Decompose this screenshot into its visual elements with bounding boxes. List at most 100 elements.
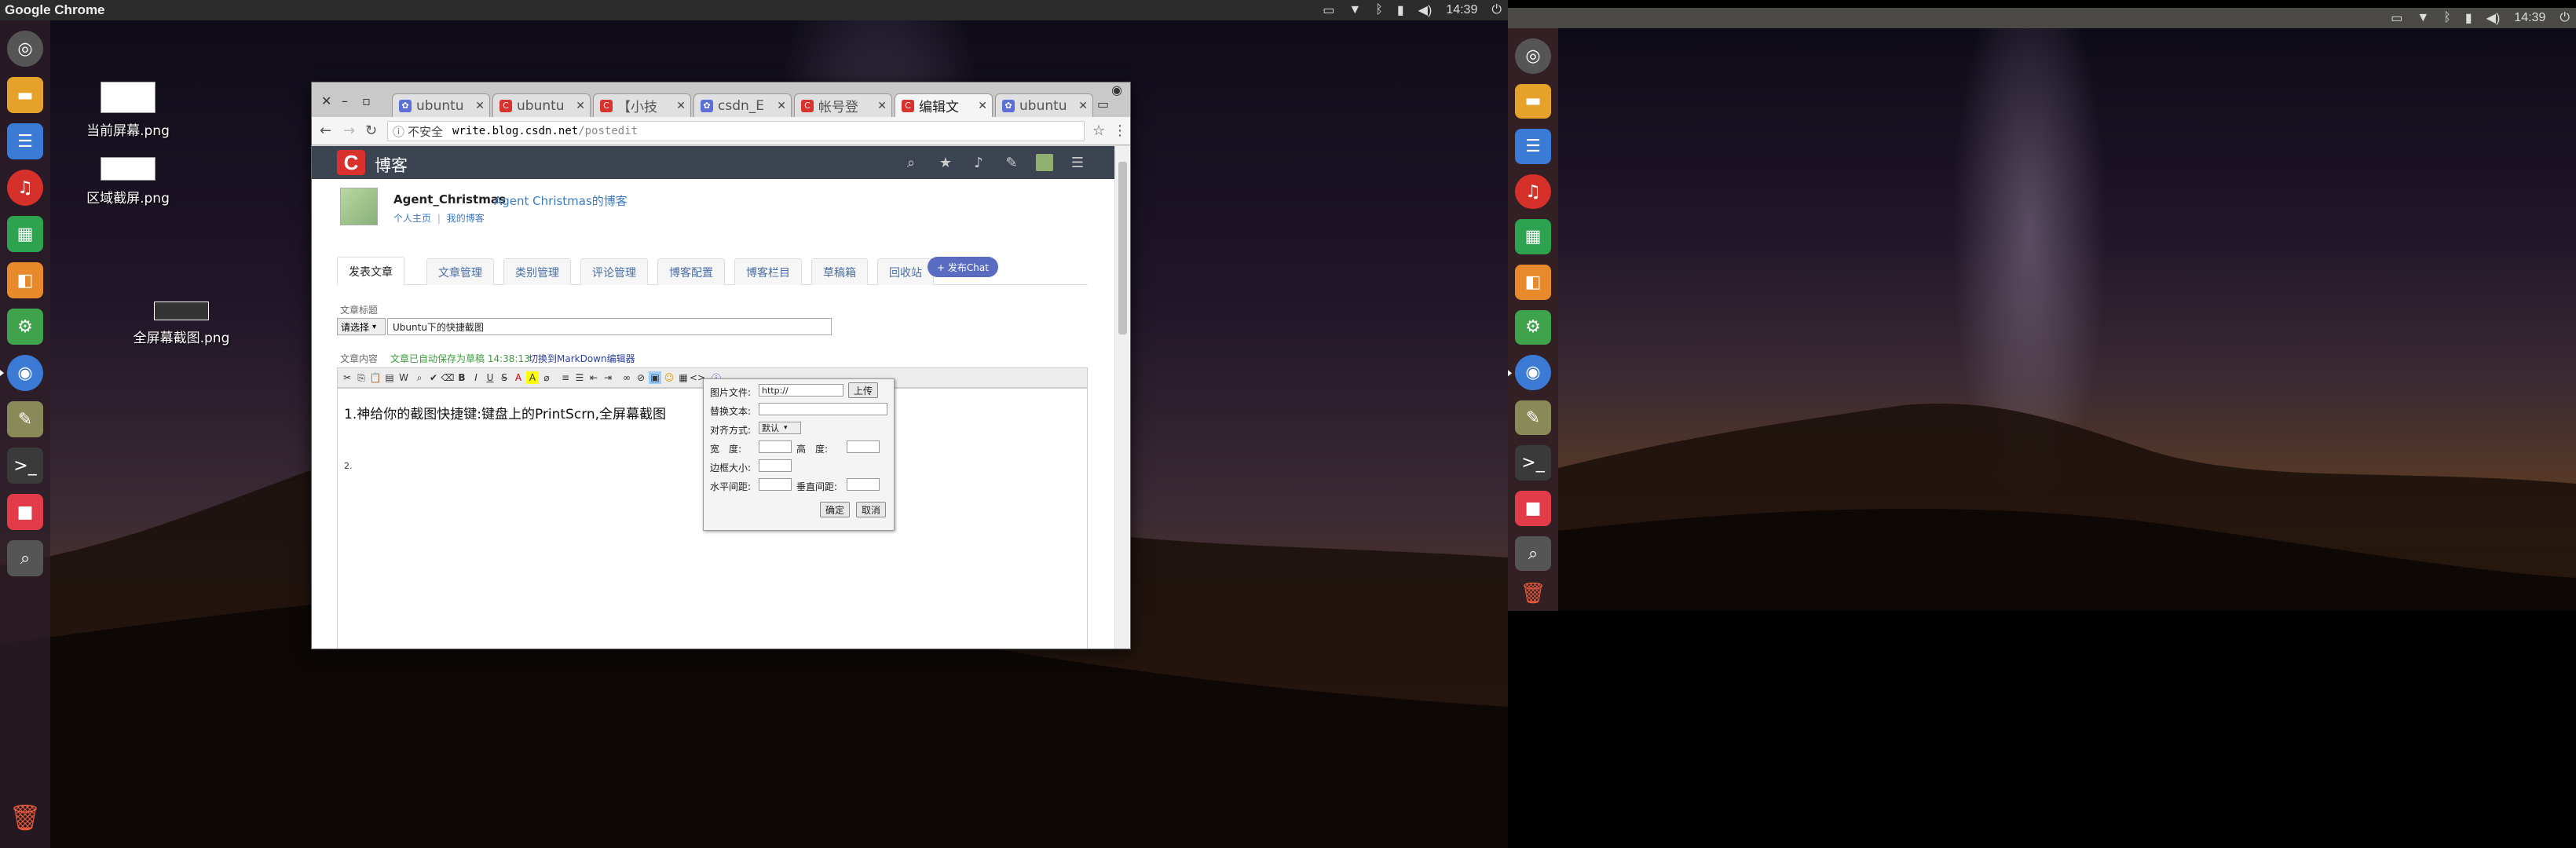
copy-icon[interactable]: ⎘ (355, 371, 368, 384)
files-icon[interactable]: ▬ (7, 77, 43, 113)
files-icon[interactable]: ▬ (1515, 83, 1551, 119)
wifi-icon[interactable]: ▼ (2417, 11, 2429, 25)
image-icon[interactable]: ▣ (649, 371, 661, 384)
csdn-logo[interactable]: C (337, 150, 365, 175)
minimize-window-icon[interactable]: – (342, 93, 348, 108)
presentation-icon[interactable]: ◧ (7, 262, 43, 298)
tab-article-manage[interactable]: 文章管理 (426, 258, 494, 285)
trash-icon[interactable]: 🗑 (1515, 576, 1551, 611)
italic-icon[interactable]: I (470, 371, 482, 384)
link-home[interactable]: 个人主页 (393, 213, 431, 224)
notification-icon[interactable]: ♪ (970, 154, 987, 171)
inkscape-icon[interactable]: ✎ (1515, 400, 1551, 436)
height-input[interactable] (847, 440, 880, 453)
tab-publish[interactable]: 发表文章 (337, 257, 404, 285)
spreadsheet-icon[interactable]: ▦ (1515, 219, 1551, 255)
new-tab-button[interactable]: ▭ (1097, 97, 1109, 111)
paste-word-icon[interactable]: W (397, 371, 410, 384)
tab-close-icon[interactable]: ✕ (576, 100, 585, 112)
width-input[interactable] (759, 440, 792, 453)
image-url-input[interactable]: http:// (759, 384, 843, 397)
hamburger-menu-icon[interactable]: ☰ (1069, 154, 1086, 171)
tab-recycle[interactable]: 回收站 (877, 258, 934, 285)
close-window-icon[interactable]: ✕ (321, 93, 331, 108)
table-icon[interactable]: ▦ (677, 371, 690, 384)
code-icon[interactable]: <> (690, 371, 705, 384)
tab-blog-columns[interactable]: 博客栏目 (734, 258, 802, 285)
title-input[interactable]: Ubuntu下的快捷截图 (387, 318, 832, 335)
tab-close-icon[interactable]: ✕ (978, 100, 987, 112)
reload-icon[interactable]: ↻ (365, 122, 377, 139)
bookmark-star-icon[interactable]: ☆ (1092, 122, 1105, 139)
highlight-icon[interactable]: A (526, 371, 539, 384)
ordered-list-icon[interactable]: ≡ (559, 371, 572, 384)
keyboard-icon[interactable]: ▭ (1323, 2, 1334, 18)
screenshot-icon[interactable]: ⌕ (7, 540, 43, 576)
inkscape-icon[interactable]: ✎ (7, 401, 43, 437)
unlink-icon[interactable]: ⊘ (635, 371, 647, 384)
browser-tab[interactable]: ✿ ubuntu ✕ (995, 93, 1093, 117)
category-select[interactable]: 请选择 ▾ (337, 318, 386, 335)
ubuntu-dash-icon[interactable]: ◎ (1515, 38, 1551, 74)
forward-icon[interactable]: → (343, 122, 355, 139)
bluetooth-icon[interactable]: ᛒ (2443, 11, 2451, 25)
edit-icon[interactable]: ✎ (1003, 154, 1020, 171)
browser-tab[interactable]: Cubuntu ✕ (492, 93, 591, 117)
volume-icon[interactable]: ◀) (2486, 10, 2501, 26)
tab-category-manage[interactable]: 类别管理 (503, 258, 571, 285)
bold-icon[interactable]: B (456, 371, 468, 384)
spellcheck-icon[interactable]: ✔ (427, 371, 440, 384)
markdown-switch-link[interactable]: 切换到MarkDown编辑器 (529, 352, 635, 365)
settings-icon[interactable]: ⚙ (7, 309, 43, 345)
avatar[interactable] (340, 188, 378, 225)
maximize-window-icon[interactable]: ▫ (362, 93, 371, 108)
tab-close-icon[interactable]: ✕ (1078, 100, 1088, 112)
keyboard-icon[interactable]: ▭ (2391, 10, 2402, 26)
strikethrough-icon[interactable]: S (498, 371, 510, 384)
page-scrollbar[interactable] (1114, 146, 1130, 649)
netease-music-icon[interactable]: ♫ (1515, 174, 1551, 210)
recorder-icon[interactable]: ■ (7, 494, 43, 530)
desktop-icon-region-screenshot[interactable]: 区域截屏.png (61, 157, 195, 207)
browser-tab-active[interactable]: C 编辑文 ✕ (895, 93, 993, 117)
info-icon[interactable]: ⓘ (393, 123, 404, 140)
publish-chat-button[interactable]: + 发布Chat (928, 257, 998, 277)
hspace-input[interactable] (759, 478, 792, 491)
remove-format-icon[interactable]: ⌫ (441, 371, 455, 384)
tab-close-icon[interactable]: ✕ (475, 100, 485, 112)
tab-close-icon[interactable]: ✕ (777, 100, 786, 112)
presentation-icon[interactable]: ◧ (1515, 265, 1551, 300)
eraser-icon[interactable]: ⌀ (540, 371, 553, 384)
find-icon[interactable]: ⌕ (413, 371, 426, 384)
tab-close-icon[interactable]: ✕ (877, 100, 887, 112)
text-editor-icon[interactable]: ☰ (7, 123, 43, 159)
avatar-small-icon[interactable] (1036, 154, 1053, 171)
align-select[interactable]: 默认 ▾ (759, 422, 801, 434)
cut-icon[interactable]: ✂ (341, 371, 353, 384)
scrollbar-thumb[interactable] (1118, 162, 1127, 334)
power-gear-icon[interactable]: ⏻ (2560, 11, 2570, 25)
browser-tab[interactable]: C 【小技 ✕ (593, 93, 691, 117)
emoticon-icon[interactable]: ☺ (663, 371, 675, 384)
paste-text-icon[interactable]: ▤ (383, 371, 396, 384)
tab-blog-config[interactable]: 博客配置 (657, 258, 725, 285)
paste-icon[interactable]: 📋 (369, 371, 382, 384)
clock[interactable]: 14:39 (2514, 11, 2545, 25)
netease-music-icon[interactable]: ♫ (7, 170, 43, 206)
profile-icon[interactable]: ◉ (1111, 82, 1122, 97)
border-input[interactable] (759, 459, 792, 472)
outdent-icon[interactable]: ⇤ (587, 371, 600, 384)
browser-tab[interactable]: ✿ csdn_E ✕ (693, 93, 792, 117)
ubuntu-dash-icon[interactable]: ◎ (7, 31, 43, 67)
browser-tab[interactable]: C 帐号登 ✕ (794, 93, 892, 117)
desktop-icon-fullscreen-screenshot[interactable]: 全屏幕截图.png (115, 302, 248, 346)
desktop-icon-current-screen[interactable]: 当前屏幕.png (61, 82, 195, 139)
chrome-icon[interactable]: ◉ (7, 355, 43, 391)
battery-icon[interactable]: ▮ (1397, 2, 1404, 18)
text-editor-icon[interactable]: ☰ (1515, 129, 1551, 164)
blog-name-link[interactable]: Agent Christmas的博客 (494, 192, 628, 209)
recorder-icon[interactable]: ■ (1515, 491, 1551, 526)
clock[interactable]: 14:39 (1446, 3, 1477, 17)
font-color-icon[interactable]: A (512, 371, 525, 384)
terminal-icon[interactable]: >_ (1515, 445, 1551, 481)
